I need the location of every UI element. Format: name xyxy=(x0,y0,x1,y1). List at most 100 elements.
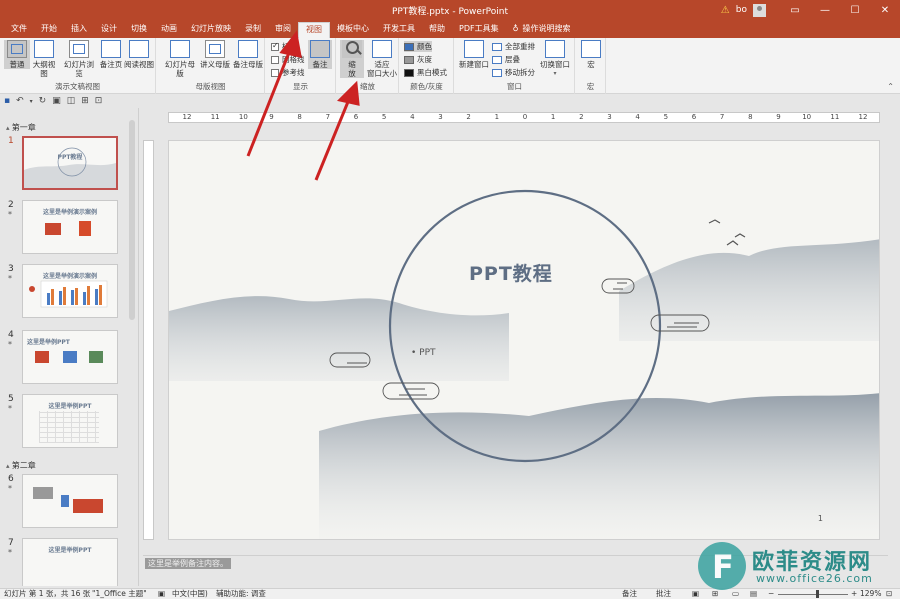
notes-toggle-button[interactable]: 备注 xyxy=(308,40,332,69)
slide-thumbnail-1[interactable]: PPT教程 xyxy=(22,136,118,190)
vertical-scrollbar[interactable] xyxy=(886,112,898,552)
slide-canvas[interactable]: PPT教程 PPT 1 xyxy=(168,140,880,540)
customize-qat-icon[interactable]: ⊡ xyxy=(95,96,103,106)
move-split-button[interactable]: 移动拆分 xyxy=(492,67,535,78)
from-beginning-icon[interactable]: ▣ xyxy=(52,96,61,106)
ruler-tick: 9 xyxy=(269,113,274,121)
arrange-all-button[interactable]: 全部重排 xyxy=(492,41,535,52)
cascade-button[interactable]: 层叠 xyxy=(492,54,520,65)
slide-thumbnail-3[interactable]: 这里是举例演示案例 xyxy=(22,264,118,318)
tab-view[interactable]: 视图 xyxy=(298,22,330,38)
user-name[interactable]: bo xyxy=(736,5,747,15)
tab-pdf-tools[interactable]: PDF工具集 xyxy=(452,22,506,38)
fit-to-window-button[interactable]: 适应 窗口大小 xyxy=(366,40,398,78)
tell-me-search[interactable]: ♁ 操作说明搜索 xyxy=(506,22,578,38)
tab-template-center[interactable]: 模板中心 xyxy=(330,22,376,38)
horizontal-ruler: 12 11 10 9 8 7 6 5 4 3 2 1 0 1 2 3 4 5 6 7 8 9 10 11 12 xyxy=(168,112,880,123)
save-icon[interactable]: ▪ xyxy=(4,96,10,106)
notes-master-button[interactable]: 备注母版 xyxy=(232,40,264,69)
notes-status-button[interactable]: 备注 xyxy=(622,589,637,599)
section-header-2[interactable]: 第二章 xyxy=(6,460,36,471)
collapse-ribbon-icon[interactable]: ⌃ xyxy=(887,82,894,91)
macros-button[interactable]: 宏 xyxy=(578,40,604,69)
new-window-button[interactable]: 新建窗口 xyxy=(458,40,490,69)
tab-review[interactable]: 审阅 xyxy=(268,22,298,38)
tab-developer[interactable]: 开发工具 xyxy=(376,22,422,38)
ruler-tick: 6 xyxy=(691,113,697,121)
table-thumbnail xyxy=(39,411,99,443)
normal-view-button[interactable]: 普通 xyxy=(4,40,30,69)
notes-master-label: 备注母版 xyxy=(233,60,263,69)
new-window-label: 新建窗口 xyxy=(459,60,489,69)
notes-text[interactable]: 这里是举例备注内容。 xyxy=(145,558,231,569)
close-button[interactable]: ✕ xyxy=(870,0,900,20)
handout-master-button[interactable]: 讲义母版 xyxy=(199,40,231,69)
grayscale-button[interactable]: 灰度 xyxy=(404,54,432,65)
slide-sorter-icon xyxy=(69,40,89,58)
tab-file[interactable]: 文件 xyxy=(4,22,34,38)
tab-animations[interactable]: 动画 xyxy=(154,22,184,38)
avatar[interactable] xyxy=(753,3,766,17)
outline-view-button[interactable]: 大纲视图 xyxy=(31,40,57,78)
cascade-label: 层叠 xyxy=(505,55,520,64)
present-icon[interactable]: ⊞ xyxy=(81,96,89,106)
section-header-1[interactable]: 第一章 xyxy=(6,122,36,133)
warning-icon[interactable]: ⚠ xyxy=(721,5,730,16)
tab-design[interactable]: 设计 xyxy=(94,22,124,38)
ribbon-display-icon[interactable]: ▭ xyxy=(780,0,810,20)
touch-mode-icon[interactable]: ◫ xyxy=(67,96,76,106)
slide-thumbnail-2[interactable]: 这里是举例演示案例 xyxy=(22,200,118,254)
spellcheck-icon[interactable]: ▣ xyxy=(158,589,165,599)
notes-page-button[interactable]: 备注页 xyxy=(98,40,124,69)
switch-windows-icon xyxy=(545,40,565,58)
thumbnail-scrollbar[interactable] xyxy=(129,120,135,320)
tab-help[interactable]: 帮助 xyxy=(422,22,452,38)
group-window: 新建窗口 全部重排 层叠 移动拆分 切换窗口 ▾ 窗口 xyxy=(455,38,575,94)
guides-checkbox[interactable]: 参考线 xyxy=(271,67,305,78)
tab-insert[interactable]: 插入 xyxy=(64,22,94,38)
slide-thumbnail-4[interactable]: 这里是举例PPT xyxy=(22,330,118,384)
office-logo-icon xyxy=(79,221,91,236)
panel-divider[interactable] xyxy=(138,108,139,586)
slide-sorter-button[interactable]: 幻灯片浏览 xyxy=(62,40,96,78)
redo-icon[interactable]: ↻ xyxy=(39,96,47,106)
slide-title[interactable]: PPT教程 xyxy=(469,259,553,286)
tab-home[interactable]: 开始 xyxy=(34,22,64,38)
chevron-down-icon: ▾ xyxy=(553,70,557,77)
slide-number: 6 xyxy=(8,474,14,484)
gridlines-checkbox[interactable]: 网格线 xyxy=(271,54,305,65)
tab-transitions[interactable]: 切换 xyxy=(124,22,154,38)
restore-button[interactable]: ☐ xyxy=(840,0,870,20)
undo-dropdown-icon[interactable]: ▾ xyxy=(30,98,33,105)
group-label: 母版视图 xyxy=(195,82,226,91)
checkbox-icon xyxy=(271,68,279,77)
tab-slideshow[interactable]: 幻灯片放映 xyxy=(184,22,238,38)
zoom-button[interactable]: 缩 放 xyxy=(340,40,364,78)
ruler-tick: 8 xyxy=(748,113,753,121)
vertical-ruler xyxy=(143,140,154,540)
thumbnail-title: PPT教程 xyxy=(57,154,83,161)
language[interactable]: 中文(中国) xyxy=(172,589,208,599)
comments-status-button[interactable]: 批注 xyxy=(656,589,671,599)
ruler-checkbox[interactable]: 标尺 xyxy=(271,41,297,52)
black-white-button[interactable]: 黑白模式 xyxy=(404,67,447,78)
undo-icon[interactable]: ↶ xyxy=(16,96,24,106)
ruler-tick: 12 xyxy=(858,113,868,121)
switch-windows-button[interactable]: 切换窗口 ▾ xyxy=(539,40,571,78)
slide-number: 2 xyxy=(8,200,14,210)
slide-bullet[interactable]: PPT xyxy=(411,348,435,358)
slide-master-button[interactable]: 幻灯片母版 xyxy=(163,40,197,78)
ruler-tick: 11 xyxy=(210,113,220,121)
reading-view-icon xyxy=(129,40,149,58)
group-label: 演示文稿视图 xyxy=(55,82,100,91)
accessibility-status[interactable]: 辅助功能: 调查 xyxy=(216,589,266,599)
reading-view-button[interactable]: 阅读视图 xyxy=(124,40,154,69)
thumbnail-title: 这里是举例PPT xyxy=(48,403,92,410)
minimize-button[interactable]: — xyxy=(810,0,840,20)
slide-thumbnail-5[interactable]: 这里是举例PPT xyxy=(22,394,118,448)
slide-thumbnail-6[interactable] xyxy=(22,474,118,528)
color-button[interactable]: 颜色 xyxy=(404,41,432,52)
tab-record[interactable]: 录制 xyxy=(238,22,268,38)
slide-thumbnail-7[interactable]: 这里是举例PPT xyxy=(22,538,118,586)
arrange-all-icon xyxy=(492,42,502,51)
